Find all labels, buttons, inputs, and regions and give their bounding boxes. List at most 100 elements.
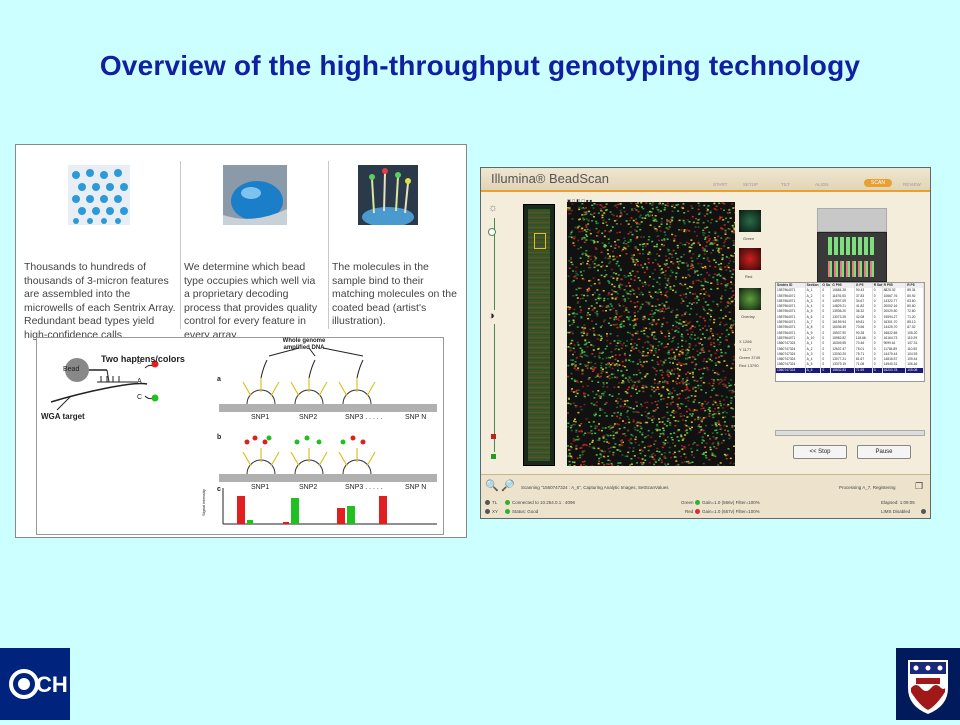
penn-shield-icon (896, 648, 960, 720)
elapsed-time: Elapsed: 1:09:05 (881, 500, 915, 505)
wga-target-label: WGA target (41, 412, 85, 421)
step-review[interactable]: REVIEW (903, 182, 921, 187)
beadscan-window: Illumina® BeadScan START SETUP TILT ALIG… (480, 167, 931, 519)
snp-label-b4: SNP N (405, 484, 426, 491)
tl-label: TL (492, 500, 497, 505)
table-scrollbar[interactable] (775, 430, 925, 436)
contrast-icon[interactable]: ◑ (488, 310, 500, 322)
caption-3: The molecules in the sample bind to thei… (332, 261, 458, 329)
cell-section: A_6 (806, 368, 822, 373)
green-marker (491, 454, 496, 459)
cell-r-p95: 16203.78 (883, 368, 907, 373)
table-body: 1557964071A_1010684.2890.4308825.3289.34… (776, 288, 924, 373)
penn-logo (896, 648, 960, 720)
red-swatch-label: Red (745, 274, 752, 279)
chop-logo-text: CH (36, 672, 68, 698)
u-label: U (137, 360, 141, 366)
snp-label-b3: SNP3 . . . . . (345, 484, 383, 491)
cell-g-p95: 15532.83 (831, 368, 855, 373)
lims-indicator (921, 509, 926, 514)
stat-red-value: 13790 (747, 363, 758, 368)
section-results-table[interactable]: Sentrix ID Section G Sat G P95 G P5 R Sa… (775, 282, 925, 382)
snp-label-a3: SNP3 . . . . . (345, 414, 383, 421)
contrast-slider[interactable] (494, 324, 495, 452)
green-swatch-label: Green (743, 236, 754, 241)
a-label: A (137, 378, 142, 385)
c-label: C (137, 394, 142, 401)
microwell-cell: Thousands to hundreds of thousands of 3-… (20, 161, 181, 329)
cell-g-sat: 0 (821, 368, 831, 373)
scanning-status: Scanning "1560747324 : A_6", Capturing A… (521, 485, 668, 490)
status-good: Status: Good (512, 509, 538, 514)
decoding-cell: We determine which bead type occupies wh… (180, 161, 329, 329)
panel-a-label: a (217, 376, 221, 383)
snp-label-a4: SNP N (405, 414, 426, 421)
caption-2: We determine which bead type occupies wh… (184, 261, 324, 342)
assay-diagram: Bead Two haptens/colors WGA target U A C… (36, 337, 444, 535)
red-channel-detail: Gain=1.0 (657v) Filter=100% (702, 509, 760, 514)
cell-r-p5: 105.08 (906, 368, 924, 373)
scan-image[interactable] (567, 202, 735, 466)
snp-label-a1: SNP1 (251, 414, 269, 421)
overlay-swatch[interactable] (739, 288, 761, 310)
table-row[interactable]: 1560747324A_6015532.8371.59016203.78105.… (776, 368, 924, 373)
page-title: Overview of the high-throughput genotypi… (0, 50, 960, 82)
connected-indicator (505, 500, 510, 505)
image-toolbar[interactable]: ▣ ◻ ◧ ▢ ■ ■ (567, 198, 627, 202)
red-channel-label: Red (685, 509, 693, 514)
panel-b-label: b (217, 434, 221, 441)
status-indicator (505, 509, 510, 514)
step-scan[interactable]: SCAN (864, 179, 892, 187)
connected-status: Connected to 10.254.0.1 : 4096 (512, 500, 575, 505)
pause-button[interactable]: Pause (857, 445, 911, 459)
chop-logo: CH (0, 648, 70, 720)
snp-label-b2: SNP2 (299, 484, 317, 491)
search-icon[interactable]: 🔍 (485, 479, 499, 492)
stat-green-value: 3749 (751, 355, 760, 360)
step-tilt[interactable]: TILT (781, 182, 790, 187)
step-align[interactable]: ALIGN (815, 182, 829, 187)
green-swatch[interactable] (739, 210, 761, 232)
bead-label: Bead (63, 366, 79, 373)
assay-diagram-drawing (37, 338, 443, 534)
whole-genome-label: Whole genome amplified DNA (269, 338, 339, 352)
stat-y-label: Y (739, 347, 742, 352)
red-marker (491, 434, 496, 439)
panel-c-label: c (217, 486, 221, 493)
snp-label-a2: SNP2 (299, 414, 317, 421)
array-tray-view (817, 232, 887, 282)
sentrix-slide-strip[interactable] (523, 204, 555, 466)
genotyping-figure-panel: Thousands to hundreds of thousands of 3-… (15, 144, 467, 538)
single-bead-image (223, 165, 287, 225)
zoom-icon[interactable]: 🔎 (501, 479, 515, 492)
brightness-handle[interactable] (488, 228, 496, 236)
haptens-label: Two haptens/colors (101, 354, 185, 364)
stop-button[interactable]: << Stop (793, 445, 847, 459)
overlay-swatch-label: Overlay (741, 314, 755, 319)
stat-green-label: Green (739, 355, 750, 360)
brightness-icon[interactable]: ☼ (488, 202, 500, 214)
stat-x-label: X (739, 339, 742, 344)
stat-y-value: 1177 (743, 347, 752, 352)
binding-cell: The molecules in the sample bind to thei… (328, 161, 462, 329)
snp-label-b1: SNP1 (251, 484, 269, 491)
green-channel-indicator (695, 500, 700, 505)
cell-sentrix-id: 1560747324 (776, 368, 806, 373)
tl-indicator (485, 500, 490, 505)
status-bar: 🔍 🔎 Scanning "1560747324 : A_6", Capturi… (481, 474, 930, 519)
molecule-binding-image (358, 165, 418, 225)
cell-r-sat: 0 (873, 368, 883, 373)
step-setup[interactable]: SETUP (743, 182, 758, 187)
step-start[interactable]: START (713, 182, 727, 187)
bead-array-image (68, 165, 130, 225)
red-swatch[interactable] (739, 248, 761, 270)
copy-icon[interactable]: ❐ (915, 481, 923, 492)
green-channel-label: Green (681, 500, 694, 505)
cell-g-p5: 71.59 (855, 368, 873, 373)
xy-indicator (485, 509, 490, 514)
processing-status: Processing A_7, Registering (839, 485, 896, 490)
stat-x-value: 1266 (743, 339, 752, 344)
stat-red-label: Red (739, 363, 746, 368)
beadscan-header: Illumina® BeadScan START SETUP TILT ALIG… (481, 168, 930, 192)
caption-1: Thousands to hundreds of thousands of 3-… (24, 261, 176, 342)
